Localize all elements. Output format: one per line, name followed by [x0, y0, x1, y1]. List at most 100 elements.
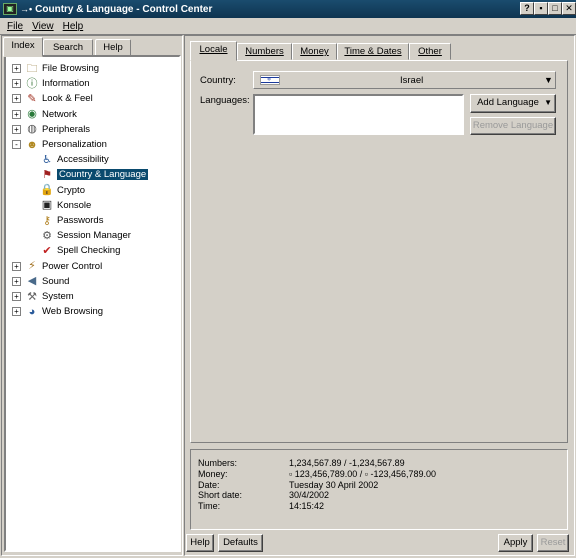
tree-item-label: Konsole: [57, 199, 92, 211]
tab-numbers[interactable]: Numbers: [237, 43, 292, 60]
flag-icon: ⚑: [42, 168, 52, 181]
apply-button[interactable]: Apply: [498, 534, 533, 552]
country-value: Israel: [400, 75, 424, 86]
country-select[interactable]: ✡ Israel ▼: [253, 71, 556, 89]
tree-item-label: Accessibility: [57, 154, 109, 166]
menu-view[interactable]: View: [32, 21, 54, 32]
tree-item-label: Power Control: [42, 260, 103, 272]
tree-item-power-control[interactable]: + ⚡ Power Control: [12, 259, 102, 274]
tree-item-label: Session Manager: [57, 230, 131, 242]
collapse-icon[interactable]: -: [12, 140, 21, 149]
tree-item-label: Country & Language: [57, 169, 149, 181]
expand-icon[interactable]: +: [12, 124, 21, 134]
tree-item-label: Peripherals: [42, 123, 91, 135]
tree-item-label: Sound: [42, 275, 70, 287]
help-button[interactable]: Help: [186, 534, 214, 552]
tree-item-label: Spell Checking: [57, 245, 121, 257]
expand-icon[interactable]: +: [12, 109, 21, 119]
languages-label: Languages:: [200, 95, 250, 106]
tree-item-spell-checking[interactable]: ✔ Spell Checking: [40, 243, 120, 258]
tree-item-label: File Browsing: [42, 63, 100, 74]
tree-item-label: System: [42, 291, 74, 302]
power-icon: ⚡: [28, 260, 36, 273]
tree-item-label: Network: [42, 108, 77, 120]
tab-money[interactable]: Money: [292, 43, 337, 60]
lock-icon: 🔒: [40, 184, 54, 197]
preview-value: ▫ 123,456,789.00 / ▫ -123,456,789.00: [289, 468, 437, 479]
tab-time-dates[interactable]: Time & Dates: [337, 43, 409, 60]
tree-item-look-feel[interactable]: + ✎ Look & Feel: [12, 91, 93, 106]
tree-item-crypto[interactable]: 🔒 Crypto: [40, 183, 85, 198]
tree-item-network[interactable]: + ◉ Network: [12, 107, 77, 122]
maximize-button[interactable]: □: [548, 2, 562, 15]
folder-icon: 🗀: [26, 62, 38, 75]
tree-item-country-language[interactable]: ⚑ Country & Language: [40, 167, 149, 182]
preview-label: Money:: [198, 468, 228, 479]
tree-item-label: Personalization: [42, 139, 107, 150]
country-label: Country:: [200, 75, 236, 86]
help-window-button[interactable]: ?: [520, 2, 534, 15]
window-title: Country & Language - Control Center: [35, 3, 213, 15]
person-icon: ☻: [26, 138, 38, 151]
reset-button[interactable]: Reset: [537, 534, 569, 552]
preview-value: 14:15:42: [289, 501, 325, 512]
title-bar: ▣ →• Country & Language - Control Center: [0, 0, 576, 18]
menu-file[interactable]: File: [7, 21, 23, 32]
mouse-icon: ◍: [27, 123, 37, 136]
tree-item-information[interactable]: + ⓘ Information: [12, 76, 90, 91]
key-icon: ⚷: [42, 214, 52, 227]
terminal-icon: ▣: [41, 199, 53, 212]
preview-label: Time:: [198, 501, 221, 512]
tab-locale[interactable]: Locale: [190, 41, 237, 61]
expand-icon[interactable]: +: [12, 292, 21, 301]
remove-language-button[interactable]: Remove Language: [470, 117, 556, 135]
web-icon: ◕: [28, 305, 36, 318]
preview-value: Tuesday 30 April 2002: [289, 479, 379, 490]
expand-icon[interactable]: +: [12, 261, 21, 271]
tab-other[interactable]: Other: [409, 43, 451, 60]
tree-item-accessibility[interactable]: ♿ Accessibility: [40, 152, 109, 167]
tree-item-web-browsing[interactable]: + ◕ Web Browsing: [12, 304, 103, 319]
languages-list[interactable]: [253, 94, 464, 135]
close-button[interactable]: ✕: [562, 2, 576, 15]
tree-item-label: Crypto: [57, 184, 85, 196]
menu-help[interactable]: Help: [63, 21, 84, 32]
arrow-icon: →•: [20, 4, 33, 14]
tree-item-peripherals[interactable]: + ◍ Peripherals: [12, 122, 90, 137]
tree-item-label: Look & Feel: [42, 93, 93, 105]
expand-icon[interactable]: +: [12, 307, 21, 317]
menu-bar: File View Help: [0, 18, 576, 34]
add-language-button[interactable]: Add Language ▼: [470, 94, 556, 113]
defaults-button[interactable]: Defaults: [218, 534, 263, 552]
tab-index[interactable]: Index: [3, 37, 43, 57]
tree-item-personalization[interactable]: - ☻ Personalization: [12, 137, 107, 152]
preview-label: Short date:: [198, 490, 243, 501]
accessibility-icon: ♿: [42, 153, 52, 166]
chevron-down-icon: ▼: [544, 75, 553, 85]
tree-item-file-browsing[interactable]: + 🗀 File Browsing: [12, 61, 99, 76]
expand-icon[interactable]: +: [12, 276, 21, 286]
info-icon: ⓘ: [26, 77, 38, 90]
tree-item-label: Passwords: [57, 215, 104, 226]
expand-icon[interactable]: +: [12, 79, 21, 89]
globe-icon: ◉: [27, 108, 37, 121]
session-icon: ⚙: [42, 229, 52, 242]
app-icon: ▣: [3, 3, 17, 15]
tree-item-label: Web Browsing: [42, 306, 104, 318]
expand-icon[interactable]: +: [12, 94, 21, 104]
tree-item-passwords[interactable]: ⚷ Passwords: [40, 213, 104, 228]
speaker-icon: ◀: [27, 275, 37, 288]
tree-item-session-manager[interactable]: ⚙ Session Manager: [40, 228, 131, 243]
module-tree[interactable]: + 🗀 File Browsing + ⓘ Information + ✎ Look & Fee…: [4, 55, 181, 552]
tree-item-system[interactable]: + ⚒ System: [12, 289, 74, 304]
israel-flag-icon: ✡: [260, 75, 280, 85]
preview-value: 30/4/2002: [289, 490, 330, 501]
tree-item-konsole[interactable]: ▣ Konsole: [40, 198, 92, 213]
system-icon: ⚒: [27, 290, 37, 303]
tree-item-label: Information: [42, 78, 90, 90]
preview-label: Numbers:: [198, 458, 238, 468]
expand-icon[interactable]: +: [12, 64, 21, 73]
tree-item-sound[interactable]: + ◀ Sound: [12, 274, 69, 289]
minimize-button[interactable]: ▪: [534, 2, 548, 15]
paint-icon: ✎: [27, 92, 37, 105]
